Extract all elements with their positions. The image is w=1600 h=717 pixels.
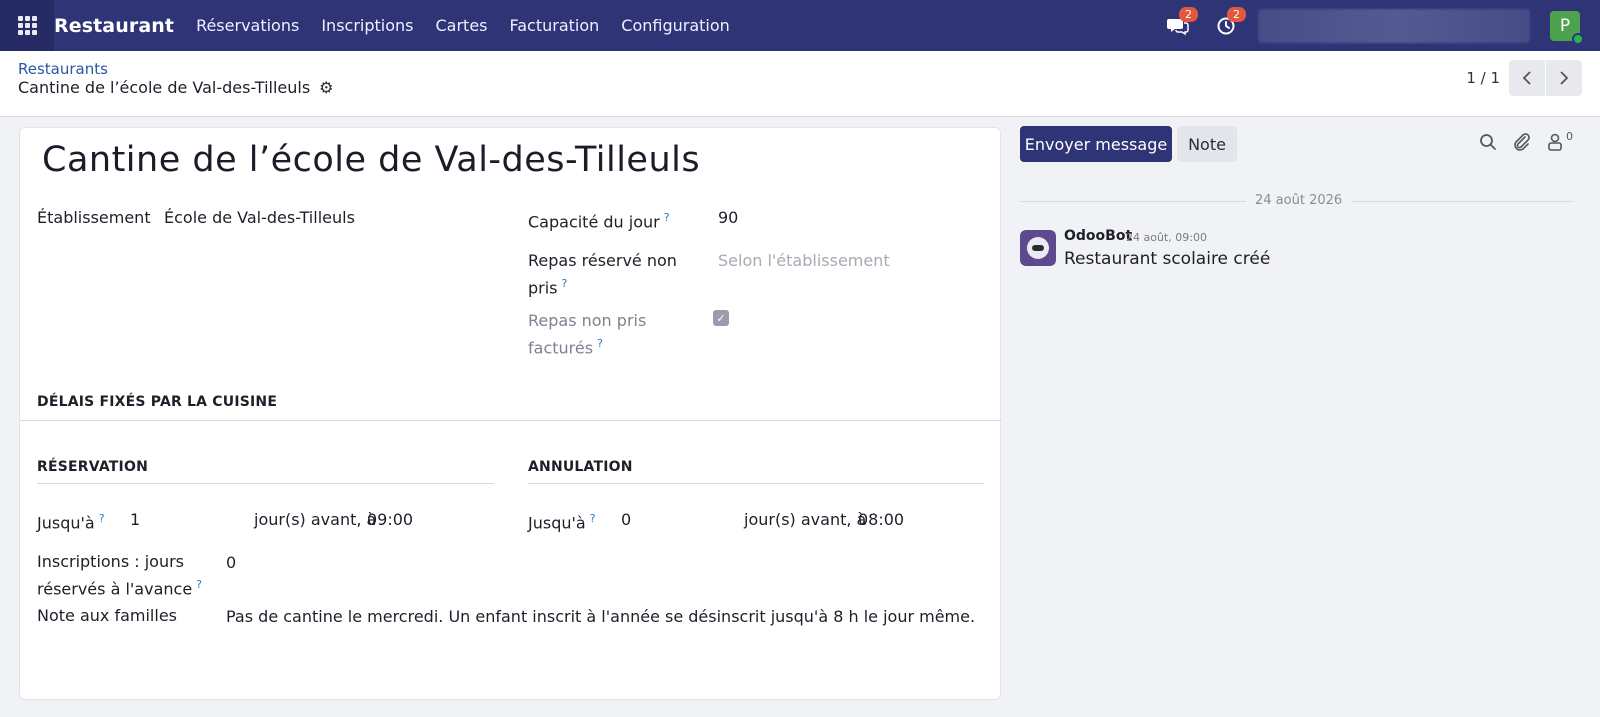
reservation-underline [37, 483, 494, 484]
reservation-days-field[interactable]: 1 [130, 510, 140, 529]
menu-item-facturation[interactable]: Facturation [510, 16, 600, 35]
pager-buttons [1509, 60, 1582, 96]
date-separator: 24 août 2026 [1246, 193, 1352, 208]
help-icon[interactable]: ? [597, 337, 603, 350]
capacite-label: Capacité du jour? [528, 211, 670, 232]
repas-reserve-field[interactable]: Selon l'établissement [718, 251, 890, 270]
help-icon[interactable]: ? [196, 578, 202, 591]
messages-count-badge: 2 [1179, 6, 1198, 22]
reservation-section-title: RÉSERVATION [37, 459, 148, 475]
help-icon[interactable]: ? [99, 512, 105, 525]
activities-count-badge: 2 [1227, 6, 1246, 22]
annulation-days-suffix: jour(s) avant, à [744, 510, 867, 529]
delais-section-title: DÉLAIS FIXÉS PAR LA CUISINE [37, 394, 278, 410]
help-icon[interactable]: ? [562, 277, 568, 290]
online-status-dot [1572, 32, 1584, 45]
repas-reserve-label: Repas réservé non pris? [528, 251, 677, 298]
paperclip-icon[interactable] [1513, 133, 1531, 151]
gear-icon[interactable]: ⚙ [319, 78, 333, 97]
menu-item-configuration[interactable]: Configuration [621, 16, 730, 35]
record-title[interactable]: Cantine de l’école de Val-des-Tilleuls [42, 140, 700, 180]
message-body: Restaurant scolaire créé [1064, 249, 1271, 269]
blurred-company-switcher[interactable] [1258, 8, 1530, 43]
send-message-button[interactable]: Envoyer message [1020, 126, 1172, 162]
user-avatar[interactable]: P [1550, 10, 1584, 45]
chevron-left-icon [1522, 71, 1531, 85]
control-panel: Restaurants Cantine de l’école de Val-de… [0, 51, 1600, 117]
reservation-time-field[interactable]: 09:00 [367, 510, 413, 529]
note-field[interactable]: Pas de cantine le mercredi. Un enfant in… [226, 607, 975, 626]
message-author[interactable]: OdooBot [1064, 228, 1132, 244]
form-sheet: Cantine de l’école de Val-des-Tilleuls É… [19, 127, 1002, 700]
top-navbar: Restaurant Réservations Inscriptions Car… [0, 0, 1600, 51]
message-date: 24 août, 09:00 [1126, 231, 1207, 244]
followers-icon[interactable] [1547, 133, 1563, 151]
apps-menu-button[interactable] [0, 0, 54, 51]
breadcrumb-parent-link[interactable]: Restaurants [18, 60, 108, 78]
help-icon[interactable]: ? [590, 512, 596, 525]
etablissement-label: Établissement [37, 208, 151, 227]
annulation-until-label: Jusqu'à? [528, 512, 596, 533]
etablissement-field[interactable]: École de Val-des-Tilleuls [164, 208, 355, 227]
robot-icon [1027, 237, 1049, 259]
user-initial: P [1559, 15, 1571, 36]
inscriptions-label: Inscriptions : jours réservés à l'avance… [37, 552, 202, 599]
pager-value[interactable]: 1 / 1 [1466, 69, 1500, 87]
reservation-days-suffix: jour(s) avant, à [254, 510, 377, 529]
search-icon[interactable] [1479, 133, 1497, 151]
menu-item-reservations[interactable]: Réservations [196, 16, 299, 35]
breadcrumb-current-label: Cantine de l’école de Val-des-Tilleuls [18, 78, 311, 97]
apps-grid-icon [17, 16, 37, 35]
reservation-until-label: Jusqu'à? [37, 512, 105, 533]
help-icon[interactable]: ? [664, 211, 670, 224]
annulation-days-field[interactable]: 0 [621, 510, 631, 529]
messaging-button[interactable]: 2 [1165, 6, 1198, 38]
section-divider [20, 420, 1002, 421]
breadcrumb-current: Cantine de l’école de Val-des-Tilleuls ⚙ [18, 78, 334, 97]
pager-next-button[interactable] [1546, 60, 1582, 96]
activities-button[interactable]: 2 [1213, 6, 1246, 38]
chevron-right-icon [1560, 71, 1569, 85]
repas-factures-checkbox[interactable]: ✓ [713, 310, 729, 326]
followers-count: 0 [1566, 130, 1573, 143]
menu-item-inscriptions[interactable]: Inscriptions [321, 16, 413, 35]
inscriptions-field[interactable]: 0 [226, 553, 236, 572]
menu-item-cartes[interactable]: Cartes [435, 16, 487, 35]
app-name[interactable]: Restaurant [54, 15, 185, 37]
pager-previous-button[interactable] [1509, 60, 1545, 96]
log-note-button[interactable]: Note [1177, 126, 1237, 162]
repas-factures-label: Repas non pris facturés? [528, 311, 647, 358]
capacite-field[interactable]: 90 [718, 208, 738, 227]
annulation-time-field[interactable]: 08:00 [858, 510, 904, 529]
annulation-section-title: ANNULATION [528, 459, 633, 475]
odoobot-avatar[interactable] [1020, 230, 1056, 266]
note-label: Note aux familles [37, 606, 177, 625]
annulation-underline [528, 483, 984, 484]
